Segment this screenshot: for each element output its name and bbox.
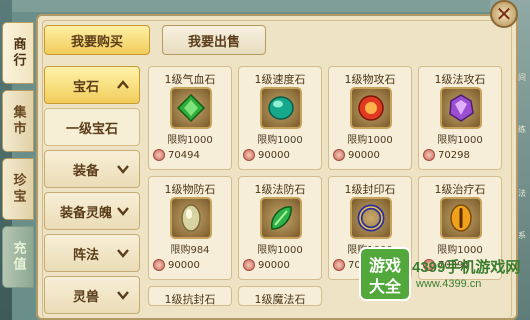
green-diamond-gem-icon: [176, 93, 206, 123]
item-card[interactable]: 1级魔法石: [238, 286, 322, 306]
item-card[interactable]: 1级法攻石 限购1000 70298: [418, 66, 502, 170]
item-icon-frame: [350, 197, 392, 239]
item-card[interactable]: 1级法防石 限购1000 90000: [238, 176, 322, 280]
close-button[interactable]: ✕: [490, 0, 518, 28]
item-limit: 限购1000: [257, 245, 303, 256]
item-card[interactable]: 1级抗封石: [148, 286, 232, 306]
item-icon-frame: [170, 197, 212, 239]
coin-icon: [153, 149, 165, 161]
purple-crystal-gem-icon: [449, 94, 474, 122]
item-name: 1级治疗石: [434, 183, 486, 196]
item-name: 1级物防石: [164, 183, 216, 196]
item-price: 90000: [258, 259, 290, 271]
blue-ring-gem-icon: [357, 204, 385, 232]
item-icon-frame: [440, 197, 482, 239]
tab-shop[interactable]: 商行: [2, 22, 34, 84]
category-label: 装备灵魄: [59, 205, 112, 221]
background-right-text: 法: [518, 189, 526, 198]
item-name: 1级速度石: [254, 73, 306, 86]
item-price: 90000: [168, 259, 200, 271]
chevron-down-icon: [117, 165, 129, 174]
item-name: 1级气血石: [164, 73, 216, 86]
item-icon-frame: [350, 87, 392, 129]
watermark: 游戏 大全 4399手机游戏网 www.4399.cn: [344, 240, 530, 320]
item-price-row: 70494: [153, 147, 227, 163]
item-limit: 限购1000: [347, 135, 393, 146]
coin-icon: [243, 259, 255, 271]
item-limit: 限购1000: [257, 135, 303, 146]
item-card[interactable]: 1级气血石 限购1000 70494: [148, 66, 232, 170]
category-equipment[interactable]: 装备: [44, 150, 140, 188]
orange-eye-gem-icon: [450, 204, 472, 232]
category-label: 阵法: [72, 247, 99, 263]
category-label: 一级宝石: [65, 121, 118, 137]
item-icon-frame: [260, 87, 302, 129]
category-list: 宝石 一级宝石 装备 装备灵魄 阵法 灵兽: [44, 66, 140, 320]
category-gem-level1[interactable]: 一级宝石: [44, 108, 140, 146]
item-limit: 限购984: [170, 245, 210, 256]
item-price: 90000: [348, 149, 380, 161]
item-icon-frame: [170, 87, 212, 129]
tab-recharge[interactable]: 充值: [2, 226, 34, 288]
item-name: 1级抗封石: [164, 293, 216, 306]
item-price-row: 90000: [243, 257, 317, 273]
item-price: 70298: [438, 149, 470, 161]
item-icon-frame: [440, 87, 482, 129]
red-round-gem-icon: [358, 95, 384, 121]
item-name: 1级法攻石: [434, 73, 486, 86]
sell-button[interactable]: 我要出售: [162, 25, 266, 55]
item-price-row: 70298: [423, 147, 497, 163]
category-equipment-soul[interactable]: 装备灵魄: [44, 192, 140, 230]
item-limit: 限购1000: [167, 135, 213, 146]
item-card[interactable]: 1级速度石 限购1000 90000: [238, 66, 322, 170]
category-gem[interactable]: 宝石: [44, 66, 140, 104]
item-name: 1级魔法石: [254, 293, 306, 306]
item-price-row: 90000: [243, 147, 317, 163]
category-pet[interactable]: 灵兽: [44, 276, 140, 314]
buy-button[interactable]: 我要购买: [44, 25, 150, 55]
category-label: 装备: [72, 163, 99, 179]
item-name: 1级法防石: [254, 183, 306, 196]
coin-icon: [333, 149, 345, 161]
svg-text:大全: 大全: [369, 277, 402, 296]
green-leaf-gem-icon: [271, 206, 292, 230]
coin-icon: [243, 149, 255, 161]
category-label: 宝石: [72, 79, 99, 95]
teal-oval-gem-icon: [268, 96, 294, 120]
item-price-row: 90000: [153, 257, 227, 273]
close-icon: ✕: [495, 2, 513, 26]
pale-oval-gem-icon: [181, 204, 201, 232]
item-price: 70494: [168, 149, 200, 161]
chevron-up-icon: [117, 80, 129, 89]
item-card[interactable]: 1级物防石 限购984 90000: [148, 176, 232, 280]
chevron-down-icon: [117, 249, 129, 258]
item-card[interactable]: 1级物攻石 限购1000 90000: [328, 66, 412, 170]
item-price: 90000: [258, 149, 290, 161]
item-icon-frame: [260, 197, 302, 239]
coin-icon: [423, 149, 435, 161]
chevron-down-icon: [117, 291, 129, 300]
watermark-url: www.4399.cn: [416, 278, 482, 290]
background-right-text: 练: [518, 125, 526, 134]
category-label: 灵兽: [72, 289, 99, 305]
item-name: 1级物攻石: [344, 73, 396, 86]
watermark-logo-icon: 游戏 大全: [359, 247, 411, 301]
background-top-bar: 天: [0, 0, 530, 12]
item-price-row: 90000: [333, 147, 407, 163]
svg-text:游戏: 游戏: [369, 256, 401, 275]
tab-treasure[interactable]: 珍宝: [2, 158, 34, 220]
tab-market[interactable]: 集市: [2, 90, 34, 152]
coin-icon: [153, 259, 165, 271]
chevron-down-icon: [117, 207, 129, 216]
watermark-brand: 4399手机游戏网: [412, 259, 521, 276]
item-limit: 限购1000: [437, 135, 483, 146]
category-formation[interactable]: 阵法: [44, 234, 140, 272]
item-name: 1级封印石: [344, 183, 396, 196]
